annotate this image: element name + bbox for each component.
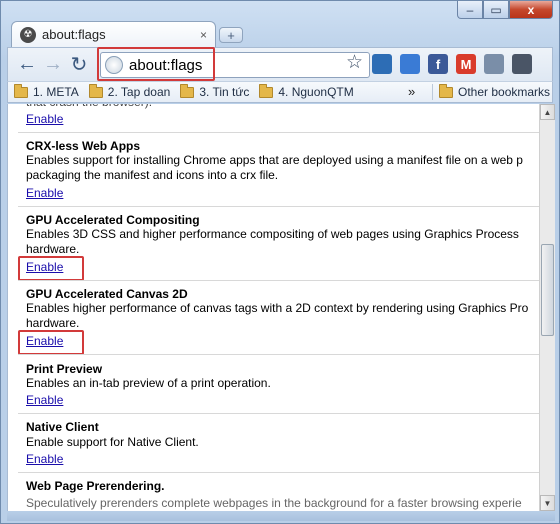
folder-icon: [88, 83, 103, 98]
radiation-icon: ☢: [20, 26, 36, 43]
divider: [18, 354, 539, 355]
enable-link[interactable]: Enable: [26, 393, 63, 407]
forward-button[interactable]: →: [40, 52, 66, 78]
bookmark-folder-meta[interactable]: 1. META: [14, 83, 79, 99]
experiment-title: GPU Accelerated Canvas 2D: [26, 287, 188, 301]
enable-link[interactable]: Enable: [26, 186, 63, 200]
facebook-icon[interactable]: f: [428, 54, 448, 74]
divider: [18, 280, 539, 281]
folder-icon: [180, 83, 195, 98]
divider: [18, 413, 539, 414]
folder-icon: [259, 83, 274, 98]
scroll-thumb[interactable]: [541, 244, 554, 336]
bookmark-folder-tap-doan[interactable]: 2. Tap doan: [88, 83, 171, 99]
browser-window: – ▭ x ☢ about:flags × + ← → ↻ about:flag…: [0, 0, 560, 524]
enable-link-highlight: [18, 330, 84, 355]
close-window-button[interactable]: x: [509, 1, 553, 19]
page-menu-icon[interactable]: [484, 54, 504, 74]
window-bottom-frame: [7, 511, 555, 521]
gmail-icon[interactable]: M: [456, 54, 476, 74]
folder-icon: [439, 83, 453, 98]
bookmark-folder-tin-tuc[interactable]: 3. Tin tức: [180, 83, 250, 99]
experiment-desc: Enables an in-tab preview of a print ope…: [26, 376, 271, 390]
calendar-icon[interactable]: [400, 54, 420, 74]
window-controls: – ▭ x: [457, 1, 553, 21]
divider: [18, 132, 539, 133]
wrench-icon[interactable]: [512, 54, 532, 74]
bookmarks-overflow-chevron[interactable]: »: [408, 84, 415, 99]
maximize-button[interactable]: ▭: [483, 1, 509, 19]
experiment-title: Web Page Prerendering.: [26, 479, 165, 493]
other-bookmarks[interactable]: Other bookmarks: [432, 83, 551, 100]
bookmark-label: 1. META: [33, 85, 79, 99]
tab-title: about:flags: [42, 27, 106, 42]
experiment-desc: Enables 3D CSS and higher performance co…: [26, 227, 519, 241]
experiment-desc: Enable support for Native Client.: [26, 435, 199, 449]
divider: [18, 472, 539, 473]
address-bar-highlight: [97, 47, 215, 81]
cutoff-text: that crash the browser).: [26, 104, 152, 110]
bookmark-star-icon[interactable]: ☆: [346, 51, 363, 74]
experiment-title: Print Preview: [26, 362, 103, 376]
folder-icon: [14, 83, 28, 98]
reload-button[interactable]: ↻: [66, 52, 92, 78]
scroll-up-arrow-icon[interactable]: ▲: [540, 104, 555, 120]
picasa-icon[interactable]: [372, 54, 392, 74]
vertical-scrollbar[interactable]: ▲ ▼: [539, 104, 555, 511]
tab-close-icon[interactable]: ×: [200, 28, 207, 42]
divider: [18, 206, 539, 207]
bookmark-label: 2. Tap doan: [107, 85, 171, 99]
enable-link[interactable]: Enable: [26, 452, 63, 466]
minimize-button[interactable]: –: [457, 1, 483, 19]
experiment-title: GPU Accelerated Compositing: [26, 213, 200, 227]
other-bookmarks-label: Other bookmarks: [458, 85, 551, 99]
experiment-title: Native Client: [26, 420, 99, 434]
back-button[interactable]: ←: [14, 52, 40, 78]
enable-link-highlight: [18, 256, 84, 281]
experiment-desc: Enables higher performance of canvas tag…: [26, 301, 529, 315]
bookmarks-bar: 1. META 2. Tap doan 3. Tin tức 4. NguonQ…: [7, 81, 553, 103]
bookmark-folder-nguonqtm[interactable]: 4. NguonQTM: [259, 83, 354, 99]
page-content: that crash the browser). Enable CRX-less…: [7, 104, 539, 511]
toolbar: ← → ↻ about:flags ☆ f M: [7, 47, 553, 81]
experiment-desc: hardware.: [26, 316, 80, 330]
cutoff-text: Speculatively prerenders complete webpag…: [26, 496, 522, 510]
tab-about-flags[interactable]: ☢ about:flags ×: [11, 21, 216, 47]
experiment-desc: hardware.: [26, 242, 80, 256]
scroll-down-arrow-icon[interactable]: ▼: [540, 495, 555, 511]
bookmark-label: 3. Tin tức: [199, 85, 250, 99]
enable-link[interactable]: Enable: [26, 112, 63, 126]
experiment-desc: packaging the manifest and icons into a …: [26, 168, 279, 182]
experiment-desc: Enables support for installing Chrome ap…: [26, 153, 523, 167]
tab-strip: ☢ about:flags × +: [7, 19, 559, 47]
experiment-title: CRX-less Web Apps: [26, 139, 141, 153]
new-tab-button[interactable]: +: [219, 27, 243, 43]
bookmark-label: 4. NguonQTM: [278, 85, 354, 99]
